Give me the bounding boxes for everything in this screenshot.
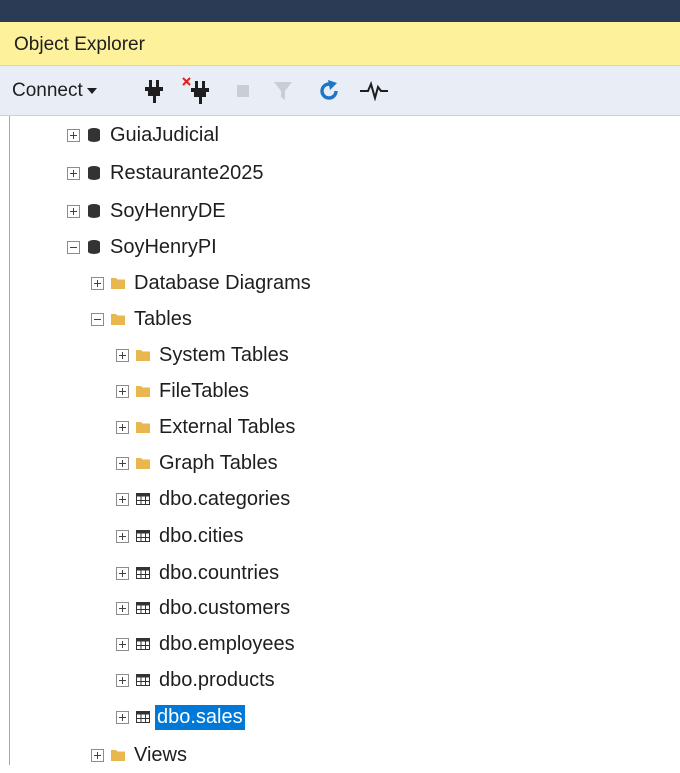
table-icon — [136, 638, 150, 650]
table-icon — [136, 674, 150, 686]
refresh-button[interactable] — [314, 66, 344, 116]
tree-node-folder[interactable]: Database Diagrams — [91, 265, 313, 301]
node-label: Views — [134, 743, 187, 766]
tree-node-table[interactable]: dbo.cities — [116, 518, 246, 554]
connect-label: Connect — [12, 80, 83, 101]
stop-icon — [237, 85, 249, 97]
expand-icon[interactable] — [116, 348, 129, 362]
refresh-icon — [320, 80, 338, 100]
expand-icon[interactable] — [116, 673, 129, 687]
node-label: GuiaJudicial — [110, 123, 219, 146]
tree-node-database[interactable]: Restaurante2025 — [67, 155, 265, 191]
table-icon — [136, 711, 150, 723]
tree-node-table[interactable]: dbo.employees — [116, 626, 297, 662]
node-label: dbo.cities — [159, 524, 244, 547]
database-icon — [88, 166, 100, 180]
expand-icon[interactable] — [67, 128, 80, 142]
expand-icon[interactable] — [116, 529, 129, 543]
tree-node-table[interactable]: dbo.categories — [116, 481, 292, 517]
folder-icon — [111, 278, 125, 289]
expand-icon[interactable] — [91, 276, 104, 290]
node-label: Tables — [134, 307, 192, 330]
database-icon — [88, 128, 100, 142]
tree-node-database[interactable]: SoyHenryDE — [67, 193, 228, 229]
connect-icon-button[interactable] — [140, 66, 168, 116]
expand-icon[interactable] — [116, 456, 129, 470]
expand-icon[interactable] — [116, 601, 129, 615]
collapse-icon[interactable] — [67, 240, 80, 254]
table-icon — [136, 602, 150, 614]
tree-node-table-selected[interactable]: dbo.sales — [116, 699, 246, 735]
expand-icon[interactable] — [116, 420, 129, 434]
table-icon — [136, 493, 150, 505]
folder-icon — [111, 314, 125, 325]
node-label: dbo.products — [159, 668, 275, 691]
activity-monitor-icon — [360, 81, 388, 101]
database-icon — [88, 240, 100, 254]
node-label: dbo.categories — [159, 487, 291, 510]
chevron-down-icon — [86, 88, 97, 94]
tree-node-table[interactable]: dbo.products — [116, 662, 277, 698]
disconnect-plug-icon — [182, 77, 209, 104]
table-icon — [136, 567, 150, 579]
connect-button[interactable]: Connect — [12, 66, 130, 116]
tree-node-table[interactable]: dbo.customers — [116, 590, 292, 626]
node-label: dbo.employees — [159, 632, 295, 655]
collapse-icon[interactable] — [91, 312, 104, 326]
object-explorer-toolbar: Connect — [0, 66, 680, 116]
node-label: Restaurante2025 — [110, 161, 264, 184]
folder-icon — [136, 422, 150, 433]
node-label: dbo.countries — [159, 561, 280, 584]
expand-icon[interactable] — [116, 384, 129, 398]
filter-icon — [274, 82, 292, 100]
expand-icon[interactable] — [116, 710, 129, 724]
node-label: dbo.customers — [159, 596, 291, 619]
node-label: Database Diagrams — [134, 271, 311, 294]
expand-icon[interactable] — [116, 492, 129, 506]
tree-node-database[interactable]: SoyHenryPI — [67, 229, 219, 265]
folder-icon — [136, 386, 150, 397]
tree-node-database[interactable]: GuiaJudicial — [67, 117, 221, 153]
node-label: System Tables — [159, 343, 289, 366]
stop-button[interactable] — [230, 66, 256, 116]
expand-icon[interactable] — [116, 637, 129, 651]
tree-left-border — [9, 116, 10, 765]
activity-monitor-button[interactable] — [356, 66, 392, 116]
node-label: SoyHenryDE — [110, 199, 226, 222]
tree-node-folder[interactable]: System Tables — [116, 337, 291, 373]
window-top-bar — [0, 0, 680, 22]
panel-title: Object Explorer — [14, 34, 145, 55]
filter-button[interactable] — [268, 66, 298, 116]
folder-icon — [136, 350, 150, 361]
connect-plug-icon — [145, 80, 163, 103]
database-icon — [88, 204, 100, 218]
tree-node-folder[interactable]: External Tables — [116, 409, 297, 445]
tree-node-folder[interactable]: Tables — [91, 301, 194, 337]
node-label: Graph Tables — [159, 451, 278, 474]
expand-icon[interactable] — [67, 166, 80, 180]
expand-icon[interactable] — [116, 566, 129, 580]
node-label: FileTables — [159, 379, 250, 402]
folder-icon — [136, 458, 150, 469]
expand-icon[interactable] — [91, 748, 104, 762]
folder-icon — [111, 750, 125, 761]
object-explorer-header: Object Explorer — [0, 22, 680, 66]
tree-node-table[interactable]: dbo.countries — [116, 555, 281, 591]
expand-icon[interactable] — [67, 204, 80, 218]
disconnect-icon-button[interactable] — [180, 66, 214, 116]
node-label: SoyHenryPI — [110, 235, 217, 258]
table-icon — [136, 530, 150, 542]
tree-node-folder[interactable]: Graph Tables — [116, 445, 280, 481]
node-label-selected: dbo.sales — [154, 703, 246, 731]
tree-node-folder[interactable]: Views — [91, 737, 189, 773]
node-label: External Tables — [159, 415, 296, 438]
tree-node-folder[interactable]: FileTables — [116, 373, 251, 409]
